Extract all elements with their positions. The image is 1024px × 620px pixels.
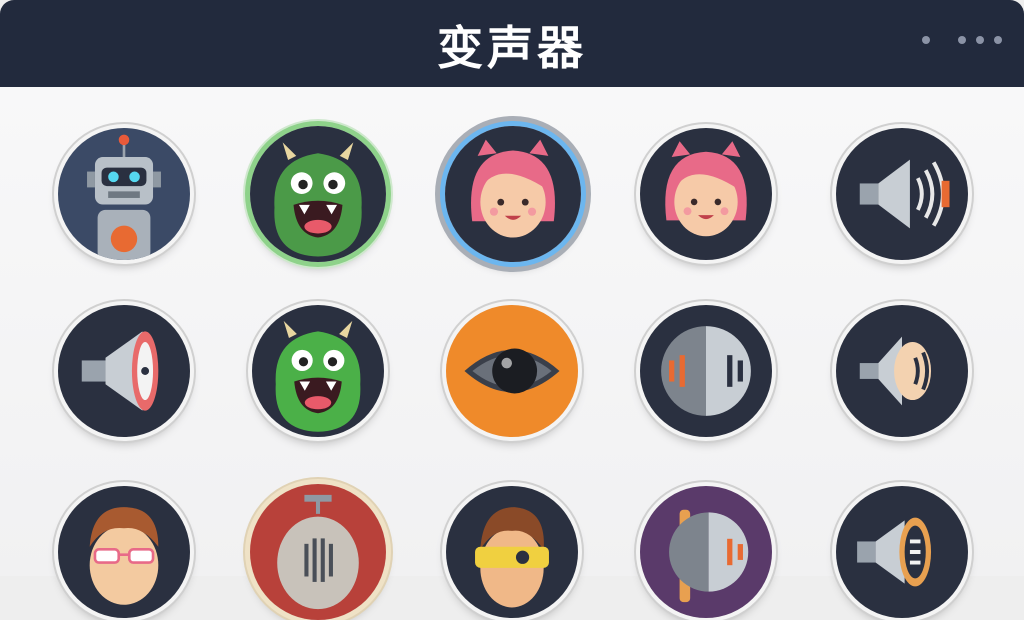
pink-girl-icon	[445, 126, 581, 262]
effect-button-green-monster[interactable]	[250, 126, 386, 262]
effect-button-megaphone[interactable]	[58, 305, 190, 437]
speaker-wave-icon	[836, 305, 968, 437]
dot-icon[interactable]	[976, 36, 984, 44]
dot-icon[interactable]	[994, 36, 1002, 44]
effect-button-eye[interactable]	[446, 305, 578, 437]
window-controls	[912, 36, 1002, 44]
echo-disc-icon	[640, 305, 772, 437]
green-monster-icon	[252, 305, 384, 437]
effect-button-robot-head[interactable]	[250, 484, 386, 620]
effect-button-echo[interactable]	[640, 305, 772, 437]
speaker-portal-icon	[836, 486, 968, 618]
speaker-wave-icon	[836, 128, 968, 260]
boy-visor-icon	[446, 486, 578, 618]
pink-girl-icon	[640, 128, 772, 260]
page-title: 变声器	[437, 21, 587, 75]
effect-button-boy-visor[interactable]	[446, 486, 578, 618]
eye-icon	[446, 305, 578, 437]
effect-button-speaker[interactable]	[836, 128, 968, 260]
effect-button-pink-girl-selected[interactable]	[445, 126, 581, 262]
title-bar: 变声器	[0, 0, 1024, 87]
dot-icon[interactable]	[922, 36, 930, 44]
robot-head-icon	[250, 484, 386, 620]
green-monster-icon	[250, 126, 386, 262]
effect-button-green-monster-small[interactable]	[252, 305, 384, 437]
effect-button-speaker-2[interactable]	[836, 305, 968, 437]
effect-button-speaker-portal[interactable]	[836, 486, 968, 618]
boy-glasses-icon	[58, 486, 190, 618]
megaphone-icon	[58, 305, 190, 437]
effect-button-echo-purple[interactable]	[640, 486, 772, 618]
echo-disc-icon	[640, 486, 772, 618]
dot-icon[interactable]	[958, 36, 966, 44]
effect-button-robot[interactable]	[58, 128, 190, 260]
effect-button-boy-glasses[interactable]	[58, 486, 190, 618]
effect-button-pink-girl[interactable]	[640, 128, 772, 260]
robot-icon	[58, 128, 190, 260]
